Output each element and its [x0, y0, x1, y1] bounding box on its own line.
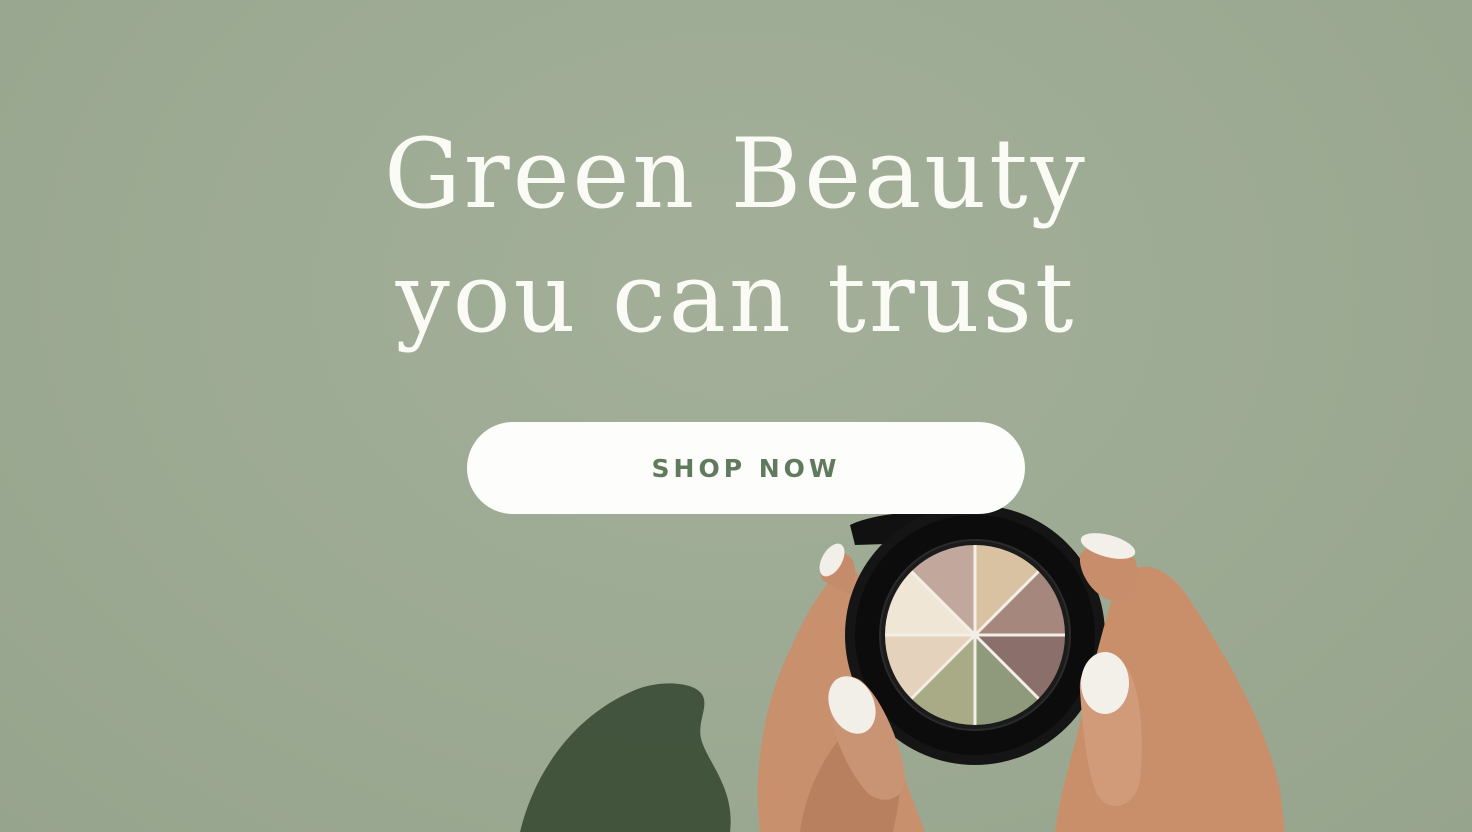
right-hand	[1055, 533, 1285, 832]
eyeshadow-palette-icon	[881, 541, 1069, 729]
product-image	[757, 505, 1285, 832]
hero-banner: Green Beauty you can trust SHOP NOW	[0, 0, 1472, 832]
shop-now-button[interactable]: SHOP NOW	[467, 422, 1025, 514]
